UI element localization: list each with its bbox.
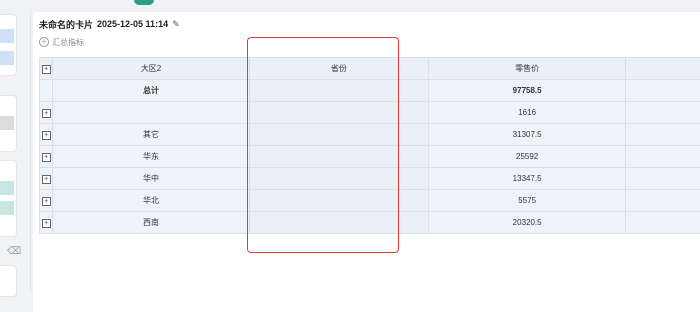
header-expand-cell: + (40, 58, 53, 80)
card-timestamp: 2025-12-05 11:14 (97, 19, 168, 29)
row-retail-price: 5575 (428, 190, 626, 212)
column-header-province[interactable]: 省份 (249, 58, 428, 80)
row-region (53, 102, 249, 124)
row-retail-price: 1616 (428, 102, 626, 124)
row-region: 华东 (53, 146, 249, 168)
clear-icon[interactable]: ⌫ (7, 246, 19, 258)
table-row: + 1616 4 (40, 102, 700, 124)
row-region: 华中 (53, 168, 249, 190)
row-province (249, 190, 428, 212)
row-retail-price: 31307.5 (428, 124, 626, 146)
plus-circle-icon: + (39, 37, 49, 47)
total-province-cell (249, 80, 428, 102)
row-cost: 19 (626, 146, 700, 168)
table-row: + 其它 31307.5 234 (40, 124, 700, 146)
left-panel: ⌫ (0, 0, 31, 293)
left-panel-card (0, 14, 17, 76)
add-summary-metric-button[interactable]: + 汇总指标 (39, 36, 84, 48)
left-panel-chip[interactable] (0, 116, 14, 130)
row-region: 西南 (53, 212, 249, 234)
row-cost: 152 (626, 212, 700, 234)
summary-metric-label: 汇总指标 (52, 37, 84, 48)
table-total-row: 总计 97758.5 725 (40, 80, 700, 102)
row-cost: 234 (626, 124, 700, 146)
pivot-table: + 大区2 省份 零售价 成 总计 97758.5 725 + (39, 57, 700, 234)
row-region: 其它 (53, 124, 249, 146)
left-panel-card (0, 95, 17, 152)
top-strip (30, 0, 700, 10)
row-province (249, 168, 428, 190)
expand-row-icon[interactable]: + (42, 175, 51, 184)
card-title-row: 未命名的卡片 2025-12-05 11:14 ✎ (39, 17, 182, 31)
row-retail-price: 20320.5 (428, 212, 626, 234)
left-panel-chip[interactable] (0, 29, 14, 43)
total-retail-price: 97758.5 (428, 80, 626, 102)
table-row: + 华东 25592 19 (40, 146, 700, 168)
table-header-row: + 大区2 省份 零售价 成 (40, 58, 700, 80)
card-title: 未命名的卡片 (39, 18, 93, 31)
pivot-card: 未命名的卡片 2025-12-05 11:14 ✎ + 汇总指标 + 大区2 省… (33, 12, 700, 312)
expand-row-icon[interactable]: + (42, 197, 51, 206)
row-cost: 41 (626, 190, 700, 212)
row-province (249, 124, 428, 146)
row-expand-cell: + (40, 146, 53, 168)
row-region: 华北 (53, 190, 249, 212)
row-retail-price: 25592 (428, 146, 626, 168)
row-expand-cell: + (40, 124, 53, 146)
left-panel-chip[interactable] (0, 201, 14, 215)
row-expand-cell: + (40, 212, 53, 234)
toggle-switch[interactable] (134, 0, 154, 5)
column-header-region[interactable]: 大区2 (53, 58, 249, 80)
row-expand-cell: + (40, 168, 53, 190)
row-province (249, 146, 428, 168)
total-expand-cell (40, 80, 53, 102)
row-expand-cell: + (40, 190, 53, 212)
row-province (249, 212, 428, 234)
pivot-table-wrapper: + 大区2 省份 零售价 成 总计 97758.5 725 + (39, 57, 700, 234)
edit-icon[interactable]: ✎ (172, 19, 182, 29)
left-panel-chip[interactable] (0, 51, 14, 65)
expand-row-icon[interactable]: + (42, 109, 51, 118)
column-header-cost[interactable]: 成 (626, 58, 700, 80)
total-cost: 725 (626, 80, 700, 102)
left-panel-chip[interactable] (0, 181, 14, 195)
expand-row-icon[interactable]: + (42, 219, 51, 228)
expand-all-icon[interactable]: + (42, 65, 51, 74)
row-cost: 4 (626, 102, 700, 124)
left-panel-card (0, 160, 17, 237)
column-header-retail-price[interactable]: 零售价 (428, 58, 626, 80)
expand-row-icon[interactable]: + (42, 153, 51, 162)
row-retail-price: 13347.5 (428, 168, 626, 190)
table-row: + 华中 13347.5 100 (40, 168, 700, 190)
row-expand-cell: + (40, 102, 53, 124)
total-label: 总计 (53, 80, 249, 102)
table-row: + 华北 5575 41 (40, 190, 700, 212)
table-row: + 西南 20320.5 152 (40, 212, 700, 234)
row-province (249, 102, 428, 124)
row-cost: 100 (626, 168, 700, 190)
left-panel-card (0, 265, 17, 297)
expand-row-icon[interactable]: + (42, 131, 51, 140)
